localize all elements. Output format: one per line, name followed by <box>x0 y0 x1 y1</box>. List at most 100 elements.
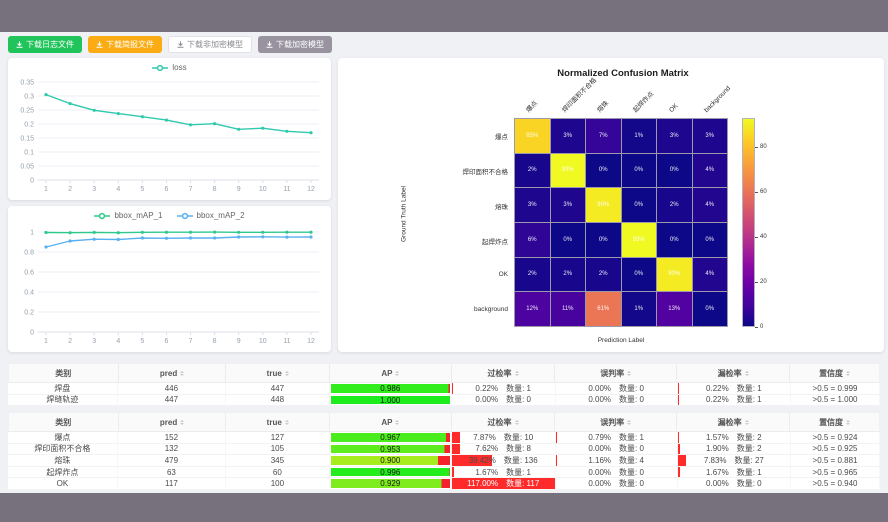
cell-over: 7.62%数量: 8 <box>452 444 556 455</box>
column-title: 类别 <box>55 417 71 428</box>
sort-caret-icon[interactable] <box>285 418 289 427</box>
y-tick-label: 0.2 <box>24 310 34 317</box>
data-point <box>141 115 144 118</box>
ap-bar: 0.996 <box>331 468 450 477</box>
data-point <box>309 235 312 238</box>
sort-caret-icon[interactable] <box>395 369 399 378</box>
column-header-ap[interactable]: AP <box>330 413 452 431</box>
download-icon <box>16 41 23 48</box>
column-header-over[interactable]: 过检率 <box>452 364 556 382</box>
x-tick-label: 4 <box>116 186 120 193</box>
column-header-true[interactable]: true <box>226 413 330 431</box>
x-tick-label: 11 <box>283 186 290 193</box>
sort-caret-icon[interactable] <box>745 369 749 378</box>
rate-count: 数量: 117 <box>506 478 539 489</box>
cell-conf: >0.5 = 0.881 <box>791 455 880 466</box>
series-line-loss <box>46 95 311 133</box>
sort-caret-icon[interactable] <box>846 418 850 427</box>
confusion-cell-0-3: 1% <box>622 119 657 153</box>
colorbar-tick-mark <box>755 192 758 193</box>
colorbar-tick-mark <box>755 282 758 283</box>
column-header-ap[interactable]: AP <box>330 364 452 382</box>
download-button-label: 下载日志文件 <box>26 39 74 50</box>
colorbar-tick-mark <box>755 147 758 148</box>
x-tick-label: 3 <box>92 186 96 193</box>
sort-caret-icon[interactable] <box>395 418 399 427</box>
cell-true: 60 <box>226 467 330 478</box>
rate-value: 0.22% <box>475 384 498 393</box>
column-title: true <box>267 418 282 427</box>
data-point <box>141 231 144 234</box>
ap-value: 0.929 <box>331 479 450 489</box>
rate-value: 117.00% <box>467 479 498 488</box>
column-header-mis[interactable]: 误判率 <box>555 364 677 382</box>
cell-conf: >0.5 = 0.999 <box>791 383 880 394</box>
ap-bar: 1.000 <box>331 396 450 405</box>
rate-value: 1.90% <box>706 444 729 453</box>
rate-count: 数量: 0 <box>619 444 644 455</box>
column-header-over[interactable]: 过检率 <box>452 413 556 431</box>
download-button-0[interactable]: 下载日志文件 <box>8 36 82 53</box>
colorbar-tick-label: 60 <box>760 189 767 195</box>
sort-caret-icon[interactable] <box>627 418 631 427</box>
confusion-cell-1-3: 0% <box>622 154 657 188</box>
column-title: 漏检率 <box>718 417 742 428</box>
cell-mis: 0.00%数量: 0 <box>556 478 678 489</box>
data-point <box>44 93 47 96</box>
cell-miss: 0.00%数量: 0 <box>678 478 791 489</box>
col-label-3: 起焊炸点 <box>630 89 655 114</box>
sort-caret-icon[interactable] <box>745 418 749 427</box>
download-button-3[interactable]: 下载加密模型 <box>258 36 332 53</box>
column-header-true[interactable]: true <box>226 364 330 382</box>
x-tick-label: 9 <box>237 186 241 193</box>
sort-caret-icon[interactable] <box>515 369 519 378</box>
legend-item-bbox_mAP_1[interactable]: bbox_mAP_1 <box>94 211 162 220</box>
confusion-cell-3-2: 0% <box>586 223 621 257</box>
confusion-matrix-title: Normalized Confusion Matrix <box>498 68 748 79</box>
sort-caret-icon[interactable] <box>627 369 631 378</box>
app-frame: 下载日志文件下载简报文件下载非加密模型下载加密模型 loss 00.050.10… <box>0 0 888 522</box>
colorbar <box>742 118 755 327</box>
sort-caret-icon[interactable] <box>846 369 850 378</box>
column-header-pred[interactable]: pred <box>119 364 227 382</box>
column-header-conf[interactable]: 置信度 <box>790 413 879 431</box>
legend-item-bbox_mAP_2[interactable]: bbox_mAP_2 <box>177 211 245 220</box>
cell-pred: 446 <box>118 383 226 394</box>
legend-item-loss[interactable]: loss <box>152 63 186 72</box>
map-chart: 00.20.40.60.81123456789101112 <box>8 206 331 352</box>
x-tick-label: 8 <box>213 186 217 193</box>
sort-caret-icon[interactable] <box>285 369 289 378</box>
rate-count: 数量: 1 <box>506 467 531 478</box>
sort-caret-icon[interactable] <box>515 418 519 427</box>
rate-count: 数量: 0 <box>619 395 644 406</box>
download-button-1[interactable]: 下载简报文件 <box>88 36 162 53</box>
download-button-2[interactable]: 下载非加密模型 <box>168 36 252 53</box>
cell-text: >0.5 = 1.000 <box>813 395 858 404</box>
cell-over: 7.87%数量: 10 <box>452 432 556 443</box>
column-header-miss[interactable]: 漏检率 <box>677 413 790 431</box>
column-header-conf[interactable]: 置信度 <box>790 364 879 382</box>
confusion-cell-3-4: 0% <box>657 223 692 257</box>
ap-bar: 0.900 <box>331 456 450 465</box>
column-header-miss[interactable]: 漏检率 <box>677 364 790 382</box>
confusion-cell-3-0: 6% <box>515 223 550 257</box>
sort-caret-icon[interactable] <box>180 418 184 427</box>
col-label-4: OK <box>668 102 680 114</box>
cell-miss: 0.22%数量: 1 <box>678 395 791 406</box>
cell-text: 117 <box>165 479 178 488</box>
sort-caret-icon[interactable] <box>180 369 184 378</box>
y-tick-label: 0.4 <box>24 290 34 297</box>
confusion-cell-1-2: 0% <box>586 154 621 188</box>
cell-label: OK <box>8 478 118 489</box>
column-title: 过检率 <box>488 417 512 428</box>
download-icon <box>177 41 184 48</box>
table-header-row: 类别predtrueAP过检率误判率漏检率置信度 <box>8 363 880 383</box>
column-header-mis[interactable]: 误判率 <box>555 413 677 431</box>
cell-text: >0.5 = 0.999 <box>813 384 858 393</box>
column-header-pred[interactable]: pred <box>119 413 227 431</box>
ap-value: 0.953 <box>331 445 450 455</box>
y-tick-label: 0.35 <box>20 80 34 87</box>
cell-text: 爆点 <box>54 432 70 443</box>
row-label-4: OK <box>338 271 508 278</box>
confusion-cell-0-5: 3% <box>693 119 728 153</box>
